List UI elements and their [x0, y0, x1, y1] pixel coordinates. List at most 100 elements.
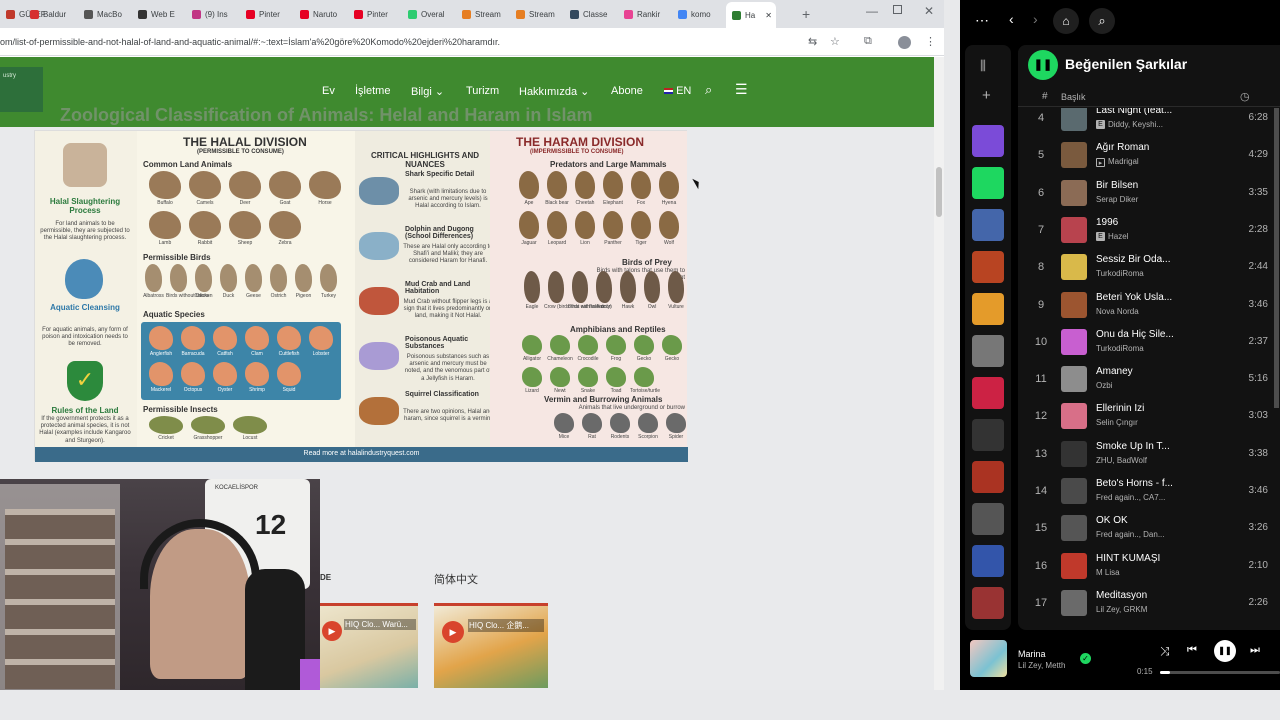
- browser-tab[interactable]: (9) Ins: [186, 4, 236, 24]
- browser-tab[interactable]: Overal: [402, 4, 452, 24]
- play-icon[interactable]: ▶: [442, 621, 464, 643]
- track-row[interactable]: 15 OK OK Fred again.., Dan... 3:26: [1018, 510, 1280, 547]
- tab-close-icon[interactable]: ✕: [765, 11, 772, 20]
- library-playlist-thumb[interactable]: [972, 293, 1004, 325]
- halal-title: THE HALAL DIVISION: [183, 135, 307, 149]
- tab-label: Stream: [529, 9, 555, 19]
- library-playlist-thumb[interactable]: [972, 545, 1004, 577]
- nav-item-tourism[interactable]: Turizm: [466, 85, 499, 97]
- browser-tab[interactable]: Web E: [132, 4, 182, 24]
- back-arrow-icon[interactable]: ‹: [1009, 11, 1014, 27]
- now-playing-title[interactable]: Marina: [1018, 649, 1046, 659]
- library-playlist-thumb[interactable]: [972, 125, 1004, 157]
- track-row[interactable]: 10 Onu da Hiç Sile... TurkodiRoma 2:37: [1018, 324, 1280, 361]
- video-thumbnail-2[interactable]: ▶ HIQ Clo... 企鹅...: [434, 603, 548, 688]
- library-icon[interactable]: ⫼: [980, 58, 986, 74]
- nav-item-business[interactable]: İşletme: [355, 85, 390, 97]
- track-row[interactable]: 9 Beteri Yok Usla... Nova Norda 3:46: [1018, 287, 1280, 324]
- lang-label-left[interactable]: DE: [320, 573, 331, 582]
- track-title: Bir Bilsen: [1096, 179, 1139, 191]
- library-playlist-thumb[interactable]: [972, 587, 1004, 619]
- play-button[interactable]: ❚❚: [1028, 50, 1058, 80]
- nav-item-about[interactable]: Hakkımızda ⌄: [519, 85, 589, 98]
- track-row[interactable]: 14 Beto's Horns - f... Fred again.., CA7..…: [1018, 473, 1280, 510]
- track-row[interactable]: 13 Smoke Up In T... ZHU, BadWolf 3:38: [1018, 436, 1280, 473]
- video-thumbnail-1[interactable]: ▶ HIQ Clo... Warü...: [320, 603, 418, 688]
- next-icon[interactable]: ⏭: [1250, 644, 1260, 657]
- library-playlist-thumb[interactable]: [972, 461, 1004, 493]
- url-field[interactable]: om/list-of-permissible-and-not-halal-of-…: [0, 37, 500, 47]
- now-playing-artist[interactable]: Lil Zey, Metth: [1018, 661, 1065, 670]
- bookmark-star-icon[interactable]: ☆: [830, 35, 840, 48]
- previous-icon[interactable]: ⏮: [1187, 644, 1197, 657]
- liked-check-icon[interactable]: ✓: [1080, 653, 1091, 664]
- menu-kebab-icon[interactable]: ⋮: [925, 35, 936, 48]
- progress-track[interactable]: [1160, 671, 1280, 674]
- home-icon[interactable]: ⌂: [1053, 8, 1079, 34]
- track-row[interactable]: 12 Ellerinin İzi Selin Çıngır 3:03: [1018, 398, 1280, 435]
- browser-tab[interactable]: Rankir: [618, 4, 668, 24]
- pause-button[interactable]: ❚❚: [1214, 640, 1236, 662]
- browser-tab[interactable]: Naruto: [294, 4, 344, 24]
- track-row[interactable]: 11 Amaney Ozbi 5:16: [1018, 361, 1280, 398]
- scrollbar-thumb[interactable]: [936, 167, 942, 217]
- library-playlist-thumb[interactable]: [972, 335, 1004, 367]
- lang-label-chinese[interactable]: 简体中文: [434, 571, 478, 587]
- library-playlist-thumb[interactable]: [972, 209, 1004, 241]
- library-playlist-thumb[interactable]: [972, 377, 1004, 409]
- track-title: Beteri Yok Usla...: [1096, 291, 1173, 303]
- infographic-footer-text[interactable]: Read more at halalindustryquest.com: [35, 450, 688, 457]
- library-playlist-thumb[interactable]: [972, 167, 1004, 199]
- browser-tab[interactable]: Ha ✕: [726, 2, 776, 28]
- nav-item-subscribe[interactable]: Abone: [611, 85, 643, 97]
- track-row[interactable]: 8 Sessiz Bir Oda... TurkodiRoma 2:44: [1018, 249, 1280, 286]
- browser-tab[interactable]: komo: [672, 4, 722, 24]
- col-title[interactable]: Başlık: [1061, 92, 1086, 102]
- search-icon[interactable]: ⌕: [1089, 8, 1115, 34]
- now-playing-cover[interactable]: [970, 640, 1007, 677]
- maximize-button[interactable]: [893, 5, 902, 14]
- track-row[interactable]: 5 Ağır Roman ▸ Madrigal 4:29: [1018, 137, 1280, 174]
- animal-illustration: [638, 413, 658, 433]
- halal-process-column: Halal Slaughtering Process For land anim…: [35, 131, 135, 447]
- track-row[interactable]: 16 HİNT KUMAŞI M Lisa 2:10: [1018, 548, 1280, 585]
- more-options-icon[interactable]: ⋯: [975, 12, 989, 29]
- new-tab-button[interactable]: +: [802, 6, 810, 22]
- extensions-icon[interactable]: ⧉: [864, 35, 872, 48]
- close-window-button[interactable]: ✕: [924, 4, 934, 18]
- track-row[interactable]: 17 Meditasyon Lil Zey, GRKM 2:26: [1018, 585, 1280, 622]
- nav-item-home[interactable]: Ev: [322, 85, 335, 97]
- minimize-button[interactable]: —: [866, 4, 878, 18]
- library-playlist-thumb[interactable]: [972, 251, 1004, 283]
- track-list: 4 Last Night (feat... E Diddy, Keyshi... 6:2…: [1018, 108, 1280, 630]
- add-icon[interactable]: +: [982, 87, 991, 104]
- nav-item-info[interactable]: Bilgi ⌄: [411, 85, 444, 98]
- translate-icon[interactable]: ⇆: [808, 35, 817, 48]
- animal-illustration: [610, 413, 630, 433]
- browser-tab[interactable]: Pinter: [348, 4, 398, 24]
- language-switch[interactable]: EN: [664, 85, 691, 97]
- browser-tab[interactable]: Stream: [510, 4, 560, 24]
- profile-avatar[interactable]: [898, 36, 911, 49]
- track-row[interactable]: 6 Bir Bilsen Serap Diker 3:35: [1018, 175, 1280, 212]
- browser-tab[interactable]: Classe: [564, 4, 614, 24]
- library-playlist-thumb[interactable]: [972, 419, 1004, 451]
- browser-tab[interactable]: Pinter: [240, 4, 290, 24]
- page-scrollbar[interactable]: [934, 57, 944, 690]
- site-logo[interactable]: ustry: [0, 67, 43, 112]
- search-icon[interactable]: ⌕: [705, 82, 712, 98]
- critical-item-illustration: [359, 287, 399, 315]
- track-row[interactable]: 4 Last Night (feat... E Diddy, Keyshi... 6:2…: [1018, 108, 1280, 137]
- hamburger-menu-icon[interactable]: ☰: [735, 81, 748, 98]
- play-icon[interactable]: ▶: [322, 621, 342, 641]
- browser-tab[interactable]: Stream: [456, 4, 506, 24]
- animal-illustration: [149, 326, 173, 350]
- track-row[interactable]: 7 1996 E Hazel 2:28: [1018, 212, 1280, 249]
- browser-tab[interactable]: MacBo: [78, 4, 128, 24]
- library-playlist-thumb[interactable]: [972, 503, 1004, 535]
- animal-illustration: [220, 264, 237, 292]
- tracklist-scrollbar[interactable]: [1274, 108, 1279, 408]
- shuffle-icon[interactable]: ⤨: [1160, 644, 1170, 659]
- browser-tab[interactable]: Baldur: [24, 4, 74, 24]
- forward-arrow-icon[interactable]: ›: [1033, 11, 1038, 27]
